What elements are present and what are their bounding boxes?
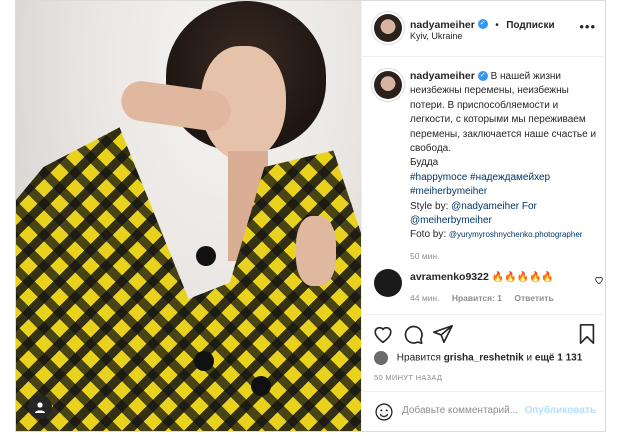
coat-button [194, 351, 214, 371]
author-username[interactable]: nadyameiher [410, 19, 475, 31]
comment-time: 44 мин. [410, 293, 440, 303]
post-location[interactable]: Kyiv, Ukraine [410, 31, 462, 41]
post-photo[interactable] [16, 1, 361, 431]
comment-meta: 44 мин. Нравится: 1 Ответить [410, 293, 554, 303]
comment-text: avramenko9322 🔥🔥🔥🔥🔥 [410, 271, 554, 283]
style-by-link-2[interactable]: @meiherbymeiher [410, 215, 492, 226]
caption-avatar[interactable] [374, 71, 402, 99]
comment-likes[interactable]: Нравится: 1 [452, 293, 502, 303]
likes-prefix: Нравится [396, 352, 441, 364]
photo-hand [296, 216, 336, 286]
liker-username[interactable]: grisha_reshetnik [444, 353, 524, 364]
post-timestamp[interactable]: 50 МИНУТ НАЗАД [374, 373, 442, 382]
verified-icon: ✓ [477, 71, 488, 82]
add-comment-bar: Опубликовать [362, 391, 606, 432]
comment-body: 🔥🔥🔥🔥🔥 [491, 272, 554, 283]
tagged-users-button[interactable] [28, 395, 52, 419]
post-sidebar: nadyameiher ✓ • Подписки Kyiv, Ukraine ••… [361, 1, 606, 431]
caption-hashtag[interactable]: #meiherbymeiher [410, 186, 487, 197]
coat-button [196, 246, 216, 266]
caption-time: 50 мин. [410, 250, 440, 261]
foto-by-label: Foto by: [410, 229, 449, 241]
commenter-avatar[interactable] [374, 269, 402, 297]
post-header: nadyameiher ✓ • Подписки Kyiv, Ukraine ••… [362, 1, 606, 57]
caption-hashtags[interactable]: #happymoce #надеждамейхер [410, 172, 550, 183]
like-heart-icon[interactable] [372, 323, 394, 345]
bookmark-icon[interactable] [576, 323, 598, 345]
following-button[interactable]: Подписки [506, 20, 554, 31]
caption-text: nadyameiher ✓ В нашей жизни неизбежны пер… [410, 69, 600, 264]
likes-others-count[interactable]: ещё 1 131 [535, 353, 582, 364]
post-actions: Нравится grisha_reshetnik и ещё 1 131 50… [362, 314, 606, 432]
author-avatar[interactable] [374, 14, 402, 42]
style-by-link[interactable]: @nadyameiher For [451, 201, 537, 212]
likes-and: и [526, 352, 533, 364]
share-paper-plane-icon[interactable] [432, 323, 454, 345]
coat-button [251, 376, 271, 396]
emoji-smile-icon[interactable] [374, 402, 394, 422]
commenter-username[interactable]: avramenko9322 [410, 271, 489, 283]
instagram-post: nadyameiher ✓ • Подписки Kyiv, Ukraine ••… [15, 0, 606, 432]
verified-icon: ✓ [477, 18, 488, 29]
style-by-label: Style by: [410, 200, 452, 212]
caption-author: Будда [410, 157, 439, 169]
comment-bubble-icon[interactable] [402, 323, 424, 345]
comment-input[interactable] [402, 405, 527, 416]
comment-like-heart-icon[interactable] [594, 275, 604, 285]
publish-button[interactable]: Опубликовать [525, 405, 596, 416]
foto-by-link[interactable]: @yurymyroshnychenko.photographer [449, 230, 583, 239]
likes-summary: Нравится grisha_reshetnik и ещё 1 131 [374, 351, 582, 365]
user-icon [35, 402, 45, 413]
dot-separator: • [495, 20, 499, 31]
caption-body: В нашей жизни неизбежны перемены, неизбе… [410, 71, 597, 155]
caption-username[interactable]: nadyameiher [410, 70, 475, 82]
comment-reply-button[interactable]: Ответить [514, 293, 553, 303]
liker-avatar[interactable] [374, 351, 388, 365]
more-options-icon[interactable]: ••• [579, 19, 596, 34]
